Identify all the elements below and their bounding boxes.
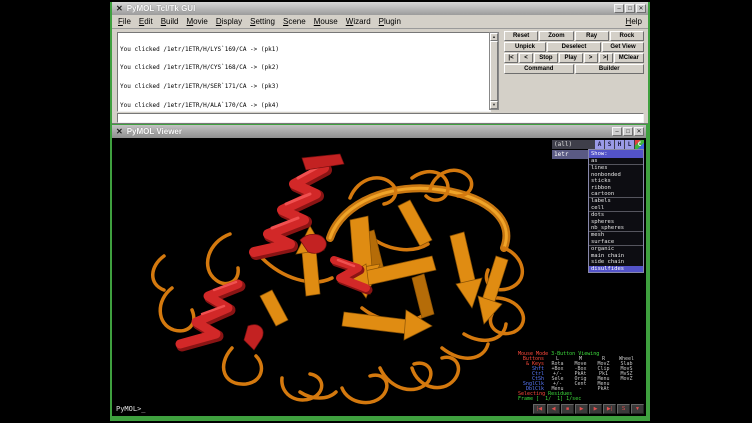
button-row: Command Builder <box>504 64 644 74</box>
menu-wizard[interactable]: Wizard <box>346 17 371 26</box>
movie-stop-button[interactable]: ■ <box>561 404 574 414</box>
minimize-button[interactable]: – <box>614 4 624 13</box>
command-button[interactable]: Command <box>504 64 574 74</box>
rock-button[interactable]: Rock <box>610 31 644 41</box>
maximize-button[interactable]: □ <box>625 4 635 13</box>
log-line: You clicked /1etr/1ETR/H/SER`171/CA -> (… <box>120 84 488 90</box>
menu-build[interactable]: Build <box>161 17 179 26</box>
gui-menubar: File Edit Build Movie Display Setting Sc… <box>112 15 648 29</box>
desktop: { "icons": { "app_x": "✕", "minimize": "… <box>0 0 752 423</box>
viewer-window-title: PyMOL Viewer <box>127 127 611 136</box>
deselect-button[interactable]: Deselect <box>547 42 601 52</box>
mouse-mode-legend: Mouse Mode 3-Button Viewing Buttons L M … <box>518 352 644 402</box>
button-row: Reset Zoom Ray Rock <box>504 31 644 41</box>
minimize-button[interactable]: – <box>612 127 622 136</box>
color-menu-button[interactable]: C <box>635 140 644 149</box>
menu-mouse[interactable]: Mouse <box>314 17 338 26</box>
play-button[interactable]: Play <box>559 53 583 63</box>
gui-content: You clicked /1etr/1ETR/H/LYS`169/CA -> (… <box>112 29 648 125</box>
movie-forward-button[interactable]: > <box>584 53 598 63</box>
movie-forward-button[interactable]: ▶ <box>589 404 602 414</box>
object-name[interactable]: (all) <box>552 141 594 148</box>
mclear-button[interactable]: MClear <box>614 53 644 63</box>
unpick-button[interactable]: Unpick <box>504 42 546 52</box>
menu-edit[interactable]: Edit <box>139 17 153 26</box>
get-view-button[interactable]: Get View <box>602 42 644 52</box>
show-menu-title: Show: <box>589 150 643 158</box>
movie-back-button[interactable]: < <box>519 53 533 63</box>
show-menu-item-highlighted[interactable]: disulfides <box>589 266 643 272</box>
button-panel: Reset Zoom Ray Rock Unpick Deselect Get … <box>504 31 644 75</box>
pymol-viewer-window: ✕ PyMOL Viewer – □ ✕ <box>112 125 646 416</box>
show-menu-item[interactable]: mesh <box>589 231 643 238</box>
show-menu-button[interactable]: S <box>605 140 614 149</box>
scrollbar-thumb[interactable] <box>490 41 498 101</box>
output-log[interactable]: You clicked /1etr/1ETR/H/LYS`169/CA -> (… <box>117 32 491 112</box>
movie-last-button[interactable]: >| <box>599 53 613 63</box>
maximize-button[interactable]: □ <box>623 127 633 136</box>
menu-display[interactable]: Display <box>216 17 242 26</box>
reset-button[interactable]: Reset <box>504 31 538 41</box>
show-menu-item[interactable]: organic <box>589 245 643 252</box>
3d-viewport[interactable]: (all) A S H L C 1etr Show: as lines nonb… <box>112 138 646 416</box>
gui-titlebar[interactable]: ✕ PyMOL Tcl/Tk GUI – □ ✕ <box>112 2 648 15</box>
close-button[interactable]: ✕ <box>636 4 646 13</box>
zoom-button[interactable]: Zoom <box>539 31 573 41</box>
menu-help[interactable]: Help <box>626 17 642 26</box>
log-scrollbar[interactable]: ▲ ▼ <box>489 32 499 110</box>
action-menu-button[interactable]: A <box>595 140 604 149</box>
show-menu-item[interactable]: dots <box>589 211 643 218</box>
show-menu-item[interactable]: labels <box>589 197 643 204</box>
ray-button[interactable]: Ray <box>575 31 609 41</box>
movie-controls: |◀ ◀ ■ ▶ ▶ ▶| S ▼ <box>532 404 644 414</box>
object-row-all[interactable]: (all) A S H L C <box>552 140 644 149</box>
command-input[interactable] <box>117 113 644 123</box>
window-menu-icon[interactable]: ✕ <box>116 2 123 15</box>
builder-button[interactable]: Builder <box>575 64 645 74</box>
show-menu-item[interactable]: lines <box>589 164 643 171</box>
viewer-titlebar[interactable]: ✕ PyMOL Viewer – □ ✕ <box>112 125 646 138</box>
window-menu-icon[interactable]: ✕ <box>116 125 123 138</box>
menu-scene[interactable]: Scene <box>283 17 306 26</box>
gui-window-title: PyMOL Tcl/Tk GUI <box>127 4 613 13</box>
hide-menu-button[interactable]: H <box>615 140 624 149</box>
pymol-prompt: PyMOL>_ <box>116 405 146 413</box>
scroll-up-icon[interactable]: ▲ <box>490 33 498 41</box>
pymol-tk-gui-window: ✕ PyMOL Tcl/Tk GUI – □ ✕ File Edit Build… <box>112 2 648 124</box>
movie-rewind-button[interactable]: |◀ <box>533 404 546 414</box>
stop-button[interactable]: Stop <box>534 53 558 63</box>
scroll-down-icon[interactable]: ▼ <box>490 101 498 109</box>
log-line: You clicked /1etr/1ETR/H/CYS`168/CA -> (… <box>120 65 488 71</box>
close-button[interactable]: ✕ <box>634 127 644 136</box>
menu-plugin[interactable]: Plugin <box>379 17 401 26</box>
log-line: You clicked /1etr/1ETR/H/ALA`170/CA -> (… <box>120 103 488 109</box>
button-row: |< < Stop Play > >| MClear <box>504 53 644 63</box>
menu-setting[interactable]: Setting <box>250 17 275 26</box>
menu-file[interactable]: File <box>118 17 131 26</box>
log-line: You clicked /1etr/1ETR/H/LYS`169/CA -> (… <box>120 47 488 53</box>
scene-button[interactable]: S <box>617 404 630 414</box>
movie-play-button[interactable]: ▶ <box>575 404 588 414</box>
show-popup-menu: Show: as lines nonbonded sticks ribbon c… <box>588 149 644 273</box>
movie-back-button[interactable]: ◀ <box>547 404 560 414</box>
menu-movie[interactable]: Movie <box>187 17 208 26</box>
movie-first-button[interactable]: |< <box>504 53 518 63</box>
frame-indicator: Frame [ 1/ 1] 1/sec <box>518 397 644 402</box>
fullscreen-button[interactable]: ▼ <box>631 404 644 414</box>
button-row: Unpick Deselect Get View <box>504 42 644 52</box>
label-menu-button[interactable]: L <box>625 140 634 149</box>
movie-end-button[interactable]: ▶| <box>603 404 616 414</box>
